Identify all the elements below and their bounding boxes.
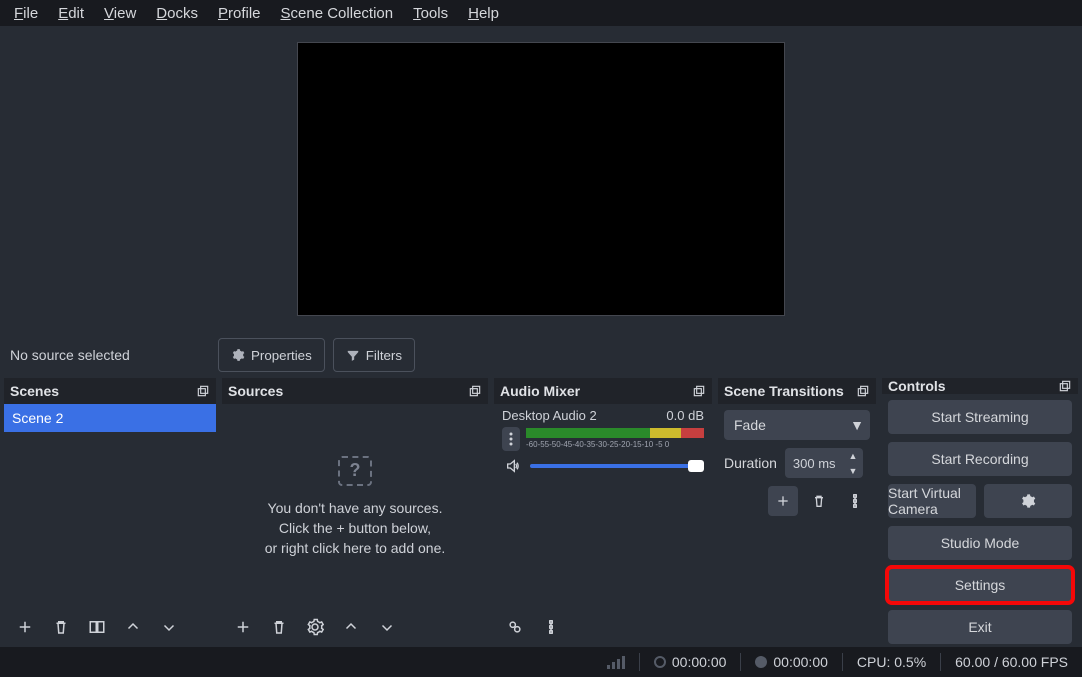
sources-empty-line1: You don't have any sources.	[268, 500, 443, 516]
docks-row: Scenes Scene 2 Sources ? You don't have …	[0, 378, 1082, 647]
transition-add-button[interactable]	[768, 486, 798, 516]
scene-down-button[interactable]	[154, 612, 184, 642]
sources-empty-line2: Click the + button below,	[279, 520, 431, 536]
menu-file[interactable]: File	[4, 3, 48, 24]
start-recording-button[interactable]: Start Recording	[888, 442, 1072, 476]
mixer-channel-name: Desktop Audio 2	[502, 408, 597, 423]
source-remove-button[interactable]	[264, 612, 294, 642]
mixer-dock: Audio Mixer Desktop Audio 2 0.0 dB -60-5…	[494, 378, 712, 647]
scenes-dock: Scenes Scene 2	[4, 378, 216, 647]
transition-select[interactable]: Fade	[724, 410, 844, 440]
mixer-advanced-button[interactable]	[500, 612, 530, 642]
gear-icon	[1020, 493, 1036, 509]
scene-remove-button[interactable]	[46, 612, 76, 642]
menubar: File Edit View Docks Profile Scene Colle…	[0, 0, 1082, 26]
undock-icon[interactable]	[692, 384, 706, 398]
menu-docks[interactable]: Docks	[146, 3, 208, 24]
gear-icon	[231, 348, 245, 362]
sources-empty[interactable]: ? You don't have any sources. Click the …	[222, 404, 488, 607]
virtual-camera-settings-button[interactable]	[984, 484, 1072, 518]
undock-icon[interactable]	[468, 384, 482, 398]
duration-spinner[interactable]: ▲▼	[843, 448, 863, 478]
undock-icon[interactable]	[856, 384, 870, 398]
source-add-button[interactable]	[228, 612, 258, 642]
start-virtual-camera-button[interactable]: Start Virtual Camera	[888, 484, 976, 518]
filters-button-label: Filters	[366, 348, 402, 363]
sources-title: Sources	[228, 383, 283, 399]
mixer-menu-button[interactable]	[536, 612, 566, 642]
controls-title: Controls	[888, 378, 946, 394]
dots-vertical-icon	[509, 432, 513, 446]
settings-button[interactable]: Settings	[888, 568, 1072, 602]
sources-dock: Sources ? You don't have any sources. Cl…	[222, 378, 488, 647]
mixer-options-button[interactable]	[502, 427, 520, 451]
studio-mode-button[interactable]: Studio Mode	[888, 526, 1072, 560]
menu-help[interactable]: Help	[458, 3, 509, 24]
scene-up-button[interactable]	[118, 612, 148, 642]
preview-canvas[interactable]	[297, 42, 785, 316]
mixer-channel-db: 0.0 dB	[666, 408, 704, 423]
network-bars-icon	[607, 655, 625, 669]
stream-dot-icon	[654, 656, 666, 668]
cpu-usage: CPU: 0.5%	[857, 654, 926, 670]
record-time: 00:00:00	[755, 654, 828, 670]
transition-menu-button[interactable]	[840, 486, 870, 516]
start-streaming-button[interactable]: Start Streaming	[888, 400, 1072, 434]
filters-button[interactable]: Filters	[333, 338, 415, 372]
fps-readout: 60.00 / 60.00 FPS	[955, 654, 1068, 670]
transition-remove-button[interactable]	[804, 486, 834, 516]
source-down-button[interactable]	[372, 612, 402, 642]
mixer-title: Audio Mixer	[500, 383, 580, 399]
record-dot-icon	[755, 656, 767, 668]
stream-time: 00:00:00	[654, 654, 727, 670]
question-icon: ?	[338, 456, 372, 486]
source-up-button[interactable]	[336, 612, 366, 642]
transitions-title: Scene Transitions	[724, 383, 844, 399]
scenes-title: Scenes	[10, 383, 59, 399]
menu-scene-collection[interactable]: Scene Collection	[271, 3, 404, 24]
undock-icon[interactable]	[196, 384, 210, 398]
menu-profile[interactable]: Profile	[208, 3, 271, 24]
scene-filter-button[interactable]	[82, 612, 112, 642]
properties-button[interactable]: Properties	[218, 338, 325, 372]
speaker-icon	[505, 458, 521, 474]
mixer-mute-button[interactable]	[502, 455, 524, 477]
mixer-volume-slider[interactable]	[530, 464, 704, 468]
preview-area	[0, 26, 1082, 332]
scene-add-button[interactable]	[10, 612, 40, 642]
properties-button-label: Properties	[251, 348, 312, 363]
statusbar: 00:00:00 00:00:00 CPU: 0.5% 60.00 / 60.0…	[0, 647, 1082, 677]
chevron-down-icon[interactable]: ▼	[844, 410, 870, 440]
source-toolbar: No source selected Properties Filters	[0, 332, 1082, 378]
sources-empty-line3: or right click here to add one.	[265, 540, 446, 556]
menu-view[interactable]: View	[94, 3, 146, 24]
source-status-label: No source selected	[10, 347, 210, 363]
mixer-ticks: -60-55-50-45-40-35-30-25-20-15-10 -5 0	[526, 440, 704, 450]
controls-dock: Controls Start Streaming Start Recording…	[882, 378, 1078, 647]
menu-tools[interactable]: Tools	[403, 3, 458, 24]
filters-icon	[346, 348, 360, 362]
undock-icon[interactable]	[1058, 379, 1072, 393]
exit-button[interactable]: Exit	[888, 610, 1072, 644]
transitions-dock: Scene Transitions Fade ▼ Duration ▲▼	[718, 378, 876, 647]
spinner-down-icon[interactable]: ▼	[843, 463, 863, 478]
source-properties-button[interactable]	[300, 612, 330, 642]
spinner-up-icon[interactable]: ▲	[843, 448, 863, 463]
duration-label: Duration	[724, 455, 777, 471]
menu-edit[interactable]: Edit	[48, 3, 94, 24]
mixer-meter: -60-55-50-45-40-35-30-25-20-15-10 -5 0	[526, 428, 704, 450]
scene-item[interactable]: Scene 2	[4, 404, 216, 432]
duration-input[interactable]	[785, 448, 843, 478]
